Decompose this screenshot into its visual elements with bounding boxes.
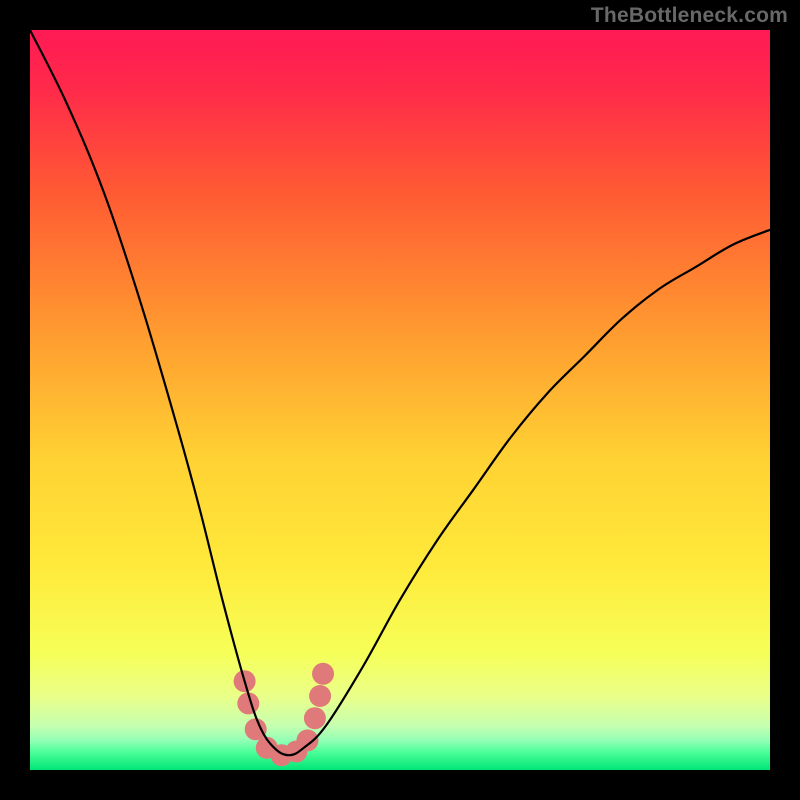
chart-frame: TheBottleneck.com xyxy=(0,0,800,800)
curve-dot xyxy=(245,718,267,740)
curve-layer xyxy=(30,30,770,770)
curve-dot xyxy=(297,729,319,751)
curve-dots xyxy=(234,663,334,766)
plot-area xyxy=(30,30,770,770)
bottleneck-curve xyxy=(30,30,770,755)
curve-dot xyxy=(304,707,326,729)
curve-dot xyxy=(309,685,331,707)
attribution-text: TheBottleneck.com xyxy=(591,4,788,28)
curve-dot xyxy=(312,663,334,685)
